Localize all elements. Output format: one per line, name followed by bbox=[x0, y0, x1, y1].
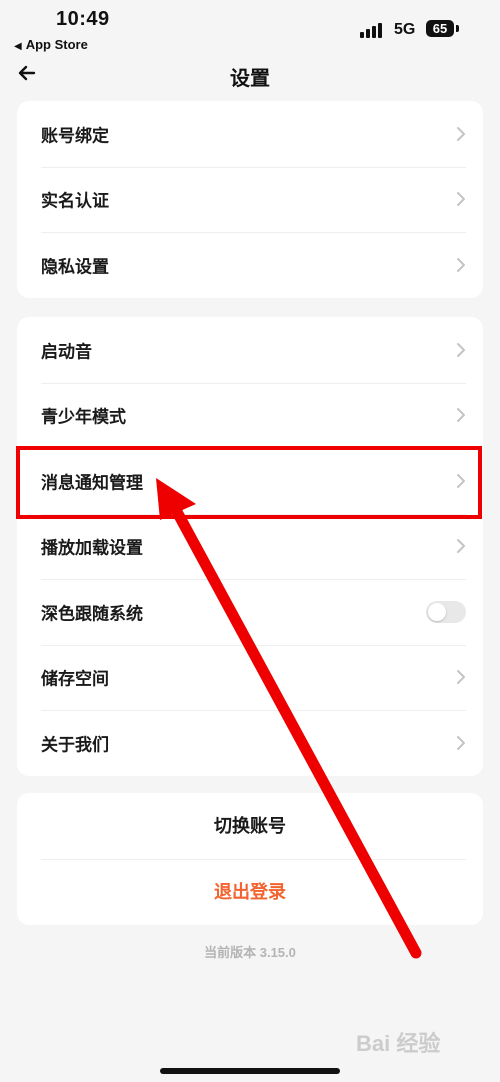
settings-row-about[interactable]: 关于我们 bbox=[17, 710, 483, 776]
chevron-right-icon bbox=[455, 735, 467, 751]
status-time: 10:49 bbox=[56, 8, 110, 30]
logout-button[interactable]: 退出登录 bbox=[17, 859, 483, 925]
back-triangle-icon: ◀ bbox=[14, 41, 22, 52]
watermark: Bai 经验 bbox=[356, 1031, 441, 1056]
chevron-right-icon bbox=[455, 669, 467, 685]
chevron-right-icon bbox=[455, 538, 467, 554]
account-settings-card: 账号绑定 实名认证 隐私设置 bbox=[17, 101, 483, 298]
toggle-knob bbox=[428, 602, 446, 621]
settings-row-startup-sound[interactable]: 启动音 bbox=[17, 317, 483, 383]
chevron-right-icon bbox=[455, 191, 467, 207]
chevron-right-icon bbox=[455, 126, 467, 142]
back-to-app-link[interactable]: ◀ App Store bbox=[14, 37, 88, 52]
highlight-box bbox=[16, 446, 482, 519]
network-type: 5G bbox=[394, 21, 416, 38]
battery-icon: 65 bbox=[426, 20, 454, 37]
chevron-right-icon bbox=[455, 342, 467, 358]
home-indicator[interactable] bbox=[160, 1068, 340, 1074]
settings-row-label: 实名认证 bbox=[41, 191, 109, 211]
settings-row-real-name[interactable]: 实名认证 bbox=[17, 166, 483, 233]
chevron-right-icon bbox=[455, 407, 467, 423]
dark-mode-toggle[interactable] bbox=[426, 600, 466, 623]
settings-row-storage[interactable]: 储存空间 bbox=[17, 644, 483, 711]
page-title: 设置 bbox=[230, 68, 270, 90]
settings-row-label: 储存空间 bbox=[41, 669, 109, 689]
chevron-right-icon bbox=[455, 257, 467, 273]
version-text: 当前版本 3.15.0 bbox=[204, 945, 296, 960]
settings-row-label: 隐私设置 bbox=[41, 257, 109, 277]
signal-icon bbox=[360, 22, 386, 38]
settings-row-dark-mode: 深色跟随系统 bbox=[17, 579, 483, 645]
settings-row-label: 账号绑定 bbox=[41, 126, 109, 146]
settings-row-account-binding[interactable]: 账号绑定 bbox=[17, 101, 483, 167]
account-actions-card: 切换账号 退出登录 bbox=[17, 793, 483, 925]
settings-row-playback-loading[interactable]: 播放加载设置 bbox=[17, 513, 483, 580]
settings-row-privacy[interactable]: 隐私设置 bbox=[17, 232, 483, 298]
settings-row-label: 启动音 bbox=[41, 342, 92, 362]
settings-row-label: 青少年模式 bbox=[41, 407, 126, 427]
switch-account-button[interactable]: 切换账号 bbox=[17, 793, 483, 859]
battery-tip bbox=[456, 25, 459, 32]
settings-row-label: 关于我们 bbox=[41, 735, 109, 755]
settings-row-teen-mode[interactable]: 青少年模式 bbox=[17, 382, 483, 449]
settings-row-label: 深色跟随系统 bbox=[41, 604, 143, 624]
settings-row-label: 播放加载设置 bbox=[41, 538, 143, 558]
general-settings-card: 启动音 青少年模式 消息通知管理 播放加载设置 深色跟随系统 储存空间 关于我们 bbox=[17, 317, 483, 776]
back-app-label: App Store bbox=[25, 37, 88, 52]
